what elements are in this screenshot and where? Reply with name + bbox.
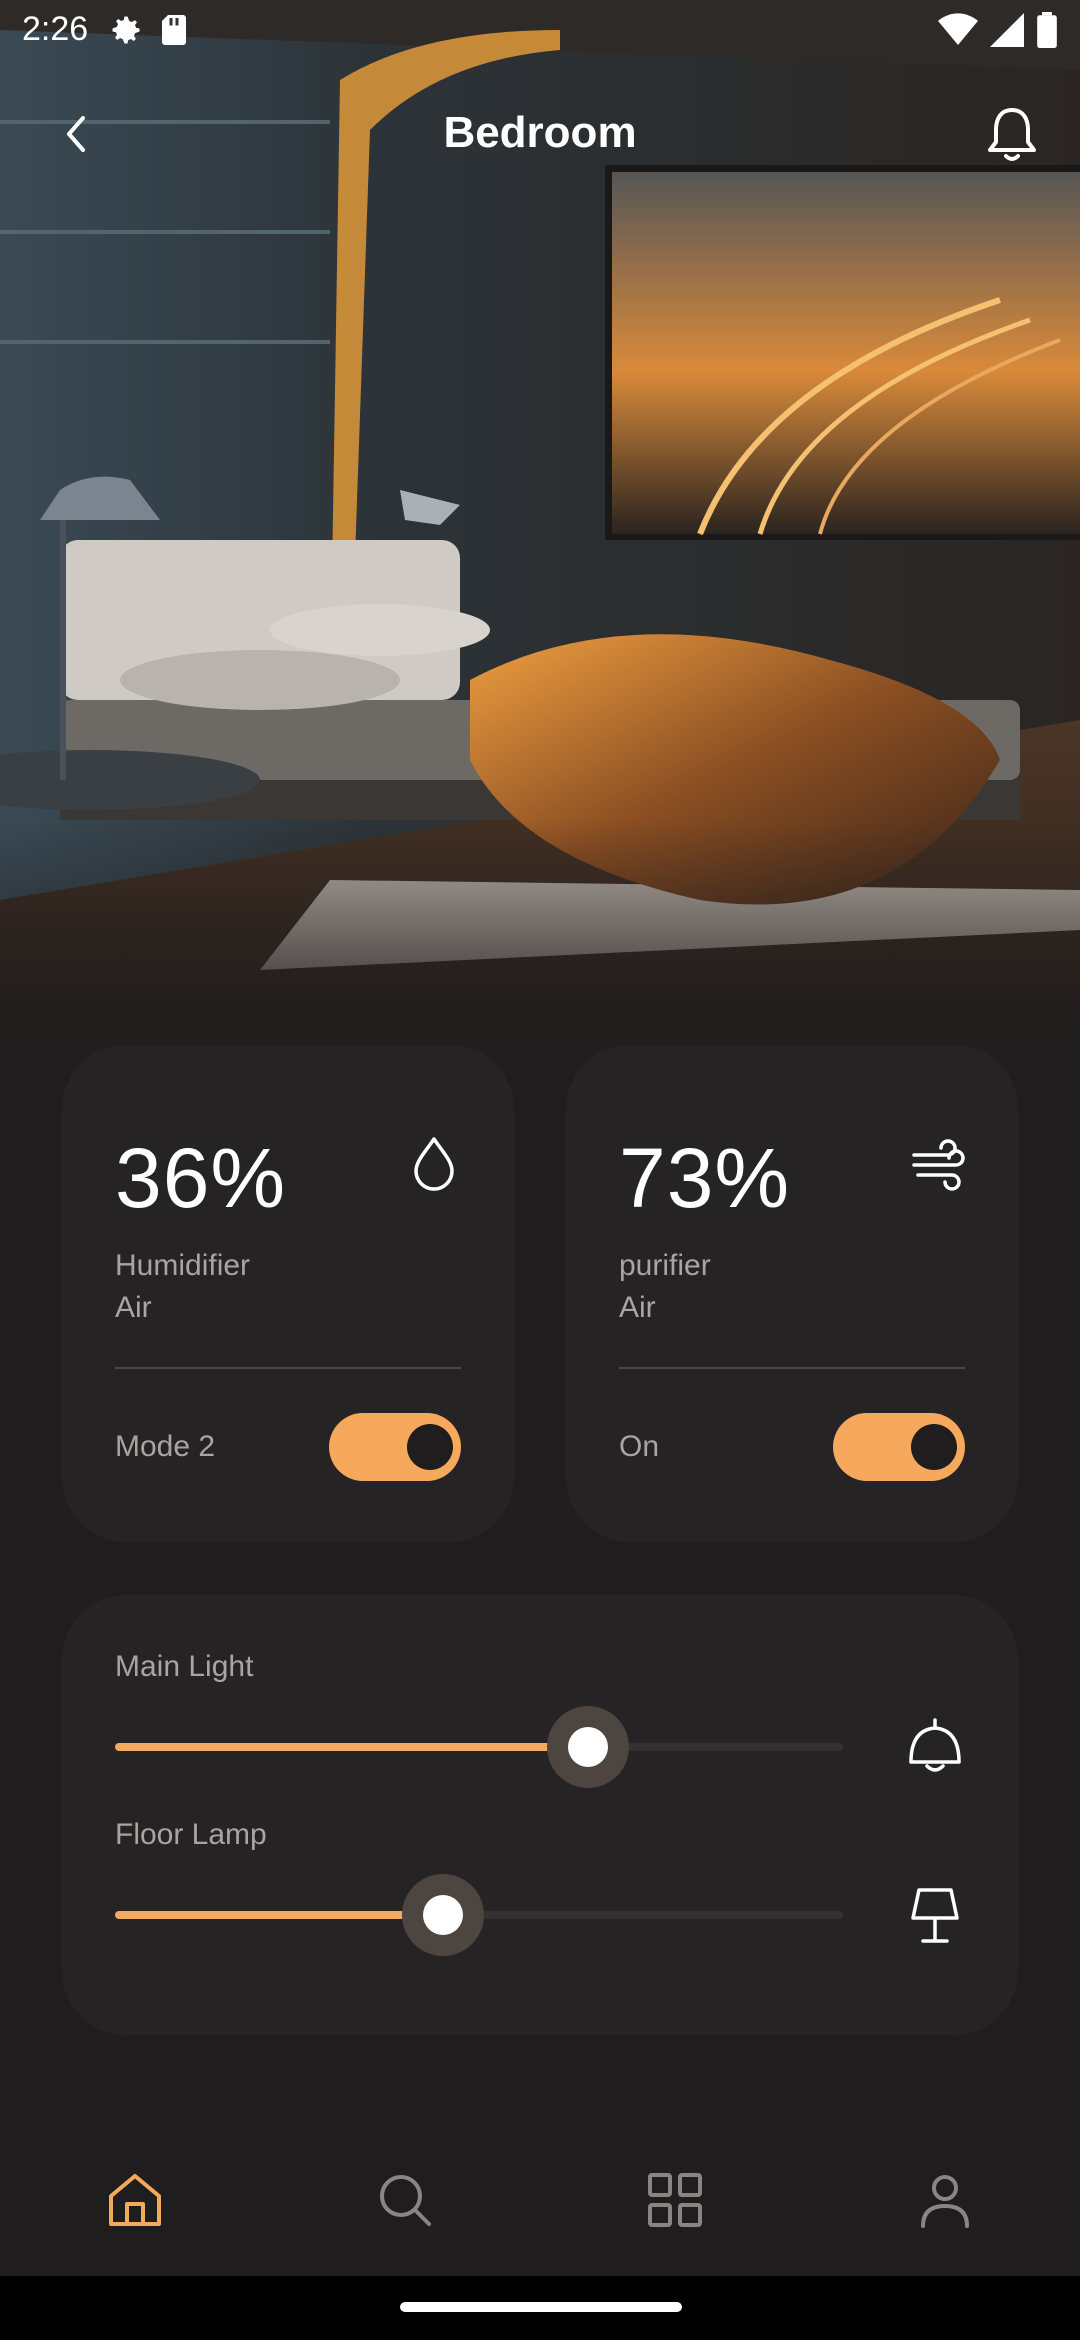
toggle-knob [407,1424,453,1470]
divider [115,1367,461,1369]
cellular-signal-icon [990,13,1024,52]
device-name: purifier Air [619,1249,711,1324]
water-drop-icon [404,1133,464,1193]
system-navigation-bar [0,2276,1080,2340]
floor-lamp-slider[interactable] [115,1874,843,1956]
humidifier-toggle[interactable] [329,1413,461,1481]
bell-icon [984,104,1040,169]
grid-icon [645,2170,705,2235]
wifi-icon [938,13,978,52]
ceiling-lamp-icon[interactable] [905,1716,965,1778]
home-icon [105,2170,165,2235]
mode-label: On [619,1430,660,1463]
search-icon [375,2170,435,2235]
slider-fill [115,1743,589,1751]
main-light-label: Main Light [115,1650,254,1683]
humidity-value: 36% [115,1131,287,1225]
bottom-nav [0,2150,1080,2250]
status-bar: 2:26 [0,0,1080,64]
status-time: 2:26 [22,10,89,48]
purifier-value: 73% [619,1131,791,1225]
toggle-knob [911,1424,957,1470]
humidifier-card[interactable]: 36% Humidifier Air Mode 2 [62,1045,514,1542]
settings-gear-icon [108,12,144,53]
top-bar: Bedroom [0,100,1080,172]
purifier-card[interactable]: 73% purifier Air On [566,1045,1018,1542]
floor-lamp-icon[interactable] [905,1884,965,1946]
battery-icon [1036,12,1058,53]
main-light-row: Main Light [115,1650,975,1810]
notifications-button[interactable] [980,104,1044,168]
wind-icon [908,1133,968,1193]
slider-fill [115,1911,443,1919]
slider-thumb[interactable] [401,1874,484,1956]
page-title: Bedroom [443,108,637,157]
mode-label: Mode 2 [115,1430,216,1463]
home-gesture-pill[interactable] [400,2302,682,2312]
nav-devices[interactable] [643,2170,707,2234]
nav-search[interactable] [373,2170,437,2234]
floor-lamp-label: Floor Lamp [115,1818,267,1851]
floor-lamp-row: Floor Lamp [115,1818,975,1978]
device-name: Humidifier Air [115,1249,251,1324]
slider-thumb[interactable] [547,1706,630,1788]
main-light-slider[interactable] [115,1706,843,1788]
divider [619,1367,965,1369]
nav-home[interactable] [103,2170,167,2234]
nav-profile[interactable] [913,2170,977,2234]
lights-card: Main Light Floor Lamp [62,1595,1018,2035]
profile-icon [915,2170,975,2235]
purifier-toggle[interactable] [833,1413,965,1481]
sd-card-icon [158,12,190,53]
